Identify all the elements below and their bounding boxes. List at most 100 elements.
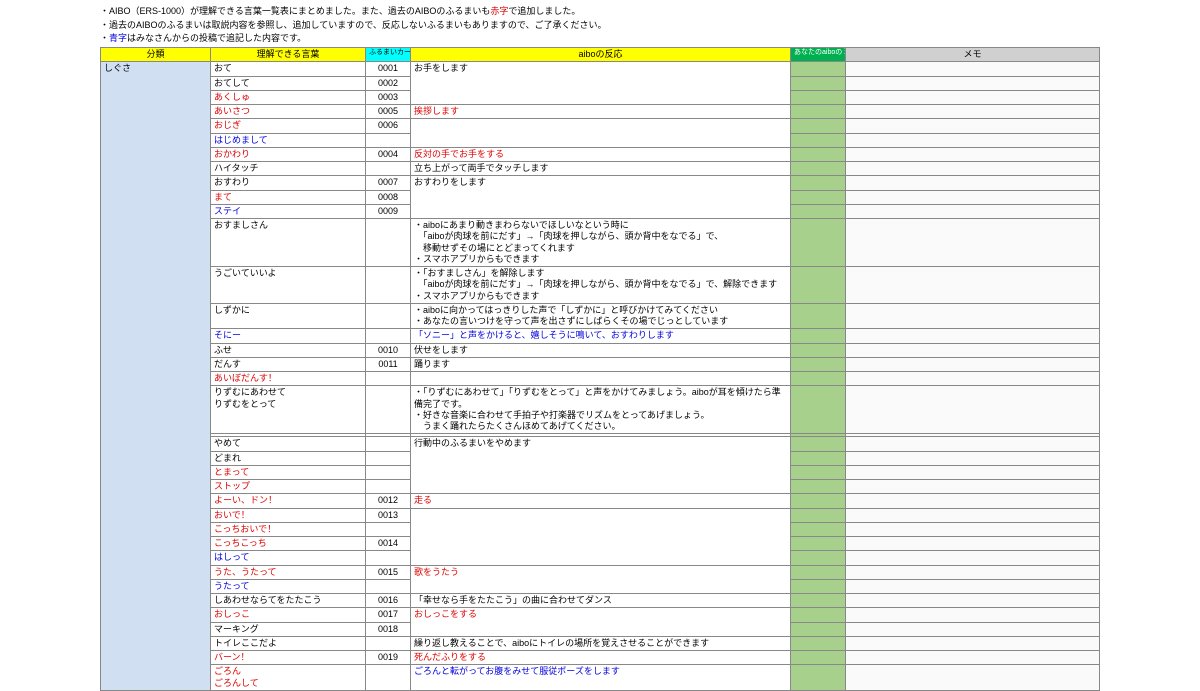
check-cell[interactable] bbox=[791, 522, 846, 536]
word-cell: おじぎ bbox=[211, 119, 366, 133]
check-cell[interactable] bbox=[791, 147, 846, 161]
reaction-cell bbox=[411, 551, 791, 565]
header-memo: メモ bbox=[846, 48, 1100, 62]
table-row: こっちこっち0014 bbox=[101, 537, 1100, 551]
card-cell bbox=[366, 329, 411, 343]
memo-cell[interactable] bbox=[846, 551, 1100, 565]
check-cell[interactable] bbox=[791, 204, 846, 218]
memo-cell[interactable] bbox=[846, 162, 1100, 176]
word-cell: やめて bbox=[211, 437, 366, 451]
memo-cell[interactable] bbox=[846, 608, 1100, 622]
check-cell[interactable] bbox=[791, 594, 846, 608]
check-cell[interactable] bbox=[791, 303, 846, 329]
memo-cell[interactable] bbox=[846, 494, 1100, 508]
check-cell[interactable] bbox=[791, 608, 846, 622]
word-cell: どまれ bbox=[211, 451, 366, 465]
check-cell[interactable] bbox=[791, 105, 846, 119]
memo-cell[interactable] bbox=[846, 451, 1100, 465]
memo-cell[interactable] bbox=[846, 176, 1100, 190]
check-cell[interactable] bbox=[791, 451, 846, 465]
reaction-cell bbox=[411, 537, 791, 551]
check-cell[interactable] bbox=[791, 343, 846, 357]
check-cell[interactable] bbox=[791, 508, 846, 522]
check-cell[interactable] bbox=[791, 622, 846, 636]
card-cell bbox=[366, 522, 411, 536]
card-cell: 0004 bbox=[366, 147, 411, 161]
card-cell: 0003 bbox=[366, 90, 411, 104]
check-cell[interactable] bbox=[791, 551, 846, 565]
memo-cell[interactable] bbox=[846, 76, 1100, 90]
memo-cell[interactable] bbox=[846, 372, 1100, 386]
word-cell: あいぼだんす！ bbox=[211, 372, 366, 386]
memo-cell[interactable] bbox=[846, 190, 1100, 204]
card-cell: 0012 bbox=[366, 494, 411, 508]
memo-cell[interactable] bbox=[846, 579, 1100, 593]
check-cell[interactable] bbox=[791, 76, 846, 90]
memo-cell[interactable] bbox=[846, 133, 1100, 147]
memo-cell[interactable] bbox=[846, 522, 1100, 536]
check-cell[interactable] bbox=[791, 162, 846, 176]
card-cell: 0013 bbox=[366, 508, 411, 522]
check-cell[interactable] bbox=[791, 465, 846, 479]
memo-cell[interactable] bbox=[846, 508, 1100, 522]
check-cell[interactable] bbox=[791, 537, 846, 551]
memo-cell[interactable] bbox=[846, 62, 1100, 76]
memo-cell[interactable] bbox=[846, 204, 1100, 218]
memo-cell[interactable] bbox=[846, 437, 1100, 451]
table-row: ストップ bbox=[101, 480, 1100, 494]
memo-cell[interactable] bbox=[846, 303, 1100, 329]
memo-cell[interactable] bbox=[846, 636, 1100, 650]
table-row: あいぼだんす！ bbox=[101, 372, 1100, 386]
check-cell[interactable] bbox=[791, 62, 846, 76]
check-cell[interactable] bbox=[791, 386, 846, 434]
memo-cell[interactable] bbox=[846, 651, 1100, 665]
check-cell[interactable] bbox=[791, 565, 846, 579]
check-cell[interactable] bbox=[791, 437, 846, 451]
reaction-cell bbox=[411, 508, 791, 522]
reaction-cell: 反対の手でお手をする bbox=[411, 147, 791, 161]
memo-cell[interactable] bbox=[846, 622, 1100, 636]
check-cell[interactable] bbox=[791, 636, 846, 650]
word-cell: ストップ bbox=[211, 480, 366, 494]
card-cell bbox=[366, 133, 411, 147]
check-cell[interactable] bbox=[791, 579, 846, 593]
word-cell: しずかに bbox=[211, 303, 366, 329]
check-cell[interactable] bbox=[791, 372, 846, 386]
check-cell[interactable] bbox=[791, 133, 846, 147]
memo-cell[interactable] bbox=[846, 105, 1100, 119]
check-cell[interactable] bbox=[791, 219, 846, 267]
check-cell[interactable] bbox=[791, 329, 846, 343]
table-row: まて0008 bbox=[101, 190, 1100, 204]
memo-cell[interactable] bbox=[846, 537, 1100, 551]
check-cell[interactable] bbox=[791, 480, 846, 494]
check-cell[interactable] bbox=[791, 651, 846, 665]
check-cell[interactable] bbox=[791, 665, 846, 691]
header-reaction: aiboの反応 bbox=[411, 48, 791, 62]
memo-cell[interactable] bbox=[846, 329, 1100, 343]
memo-cell[interactable] bbox=[846, 147, 1100, 161]
memo-cell[interactable] bbox=[846, 665, 1100, 691]
check-cell[interactable] bbox=[791, 357, 846, 371]
memo-cell[interactable] bbox=[846, 343, 1100, 357]
memo-cell[interactable] bbox=[846, 90, 1100, 104]
memo-cell[interactable] bbox=[846, 267, 1100, 304]
check-cell[interactable] bbox=[791, 267, 846, 304]
memo-cell[interactable] bbox=[846, 386, 1100, 434]
check-cell[interactable] bbox=[791, 90, 846, 104]
memo-cell[interactable] bbox=[846, 594, 1100, 608]
check-cell[interactable] bbox=[791, 176, 846, 190]
card-cell bbox=[366, 636, 411, 650]
memo-cell[interactable] bbox=[846, 119, 1100, 133]
memo-cell[interactable] bbox=[846, 565, 1100, 579]
memo-cell[interactable] bbox=[846, 480, 1100, 494]
check-cell[interactable] bbox=[791, 494, 846, 508]
check-cell[interactable] bbox=[791, 119, 846, 133]
memo-cell[interactable] bbox=[846, 465, 1100, 479]
memo-cell[interactable] bbox=[846, 219, 1100, 267]
table-row: どまれ bbox=[101, 451, 1100, 465]
check-cell[interactable] bbox=[791, 190, 846, 204]
word-cell: おしっこ bbox=[211, 608, 366, 622]
note-line-1: ・AIBO（ERS-1000）が理解できる言葉一覧表にまとめました。また、過去の… bbox=[100, 6, 1100, 18]
card-cell: 0005 bbox=[366, 105, 411, 119]
memo-cell[interactable] bbox=[846, 357, 1100, 371]
